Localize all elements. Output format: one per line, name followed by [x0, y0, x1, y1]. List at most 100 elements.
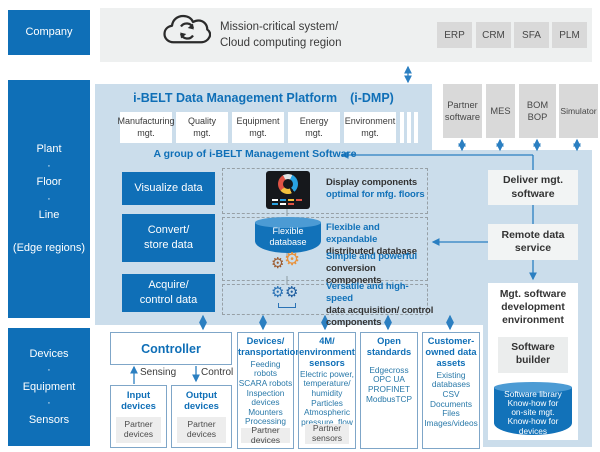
- acquisition-tray-icon: [278, 303, 296, 308]
- rail-box-bom-bop: BOM BOP: [519, 84, 556, 138]
- partner-devices-label: Partner devices: [124, 420, 153, 440]
- bom-bop-label: BOM BOP: [527, 99, 548, 123]
- software-library-label: Software library Know-how for on-site mg…: [494, 390, 572, 436]
- partner-devices-label: Partner devices: [241, 426, 290, 446]
- environment-mgt-label: Environment mgt.: [345, 116, 396, 139]
- sfa-label: SFA: [522, 30, 541, 41]
- mgt-app-ellipsis-bar: [414, 112, 418, 143]
- output-partner-devices-chip: Partner devices: [177, 417, 226, 443]
- platform-title-abbr: (i-DMP): [350, 91, 394, 105]
- acquisition-components-line: data acquisition/ control components: [326, 305, 434, 329]
- controller-box: Controller: [110, 332, 232, 365]
- column-items: Existing databases CSV Documents Files I…: [423, 371, 479, 428]
- software-builder-box: Software builder: [498, 337, 568, 373]
- gauge-donut: [278, 174, 298, 194]
- remote-label: Remote data service: [501, 229, 564, 255]
- conversion-components-line: Simple and powerful: [326, 251, 430, 263]
- cloud-sync-icon: [163, 13, 211, 49]
- sidebar-item-edge-regions: Plant · Floor · Line (Edge regions): [8, 80, 90, 318]
- input-devices-box: Input devices Partner devices: [110, 385, 167, 448]
- rail-box-simulator: Simulator: [559, 84, 598, 138]
- rail-box-partner-software: Partner software: [443, 84, 482, 138]
- plm-label: PLM: [559, 30, 580, 41]
- crm-label: CRM: [482, 30, 505, 41]
- sensing-label: Sensing: [140, 367, 176, 378]
- acquisition-gears-icon: ⚙: [285, 285, 298, 300]
- function-visualize: Visualize data: [122, 172, 215, 205]
- system-chip-plm: PLM: [552, 22, 587, 48]
- column-devices-transportation: Devices/ transportation Feeding robots S…: [237, 332, 294, 449]
- platform-title-row: i-BELT Data Management Platform (i-DMP): [95, 89, 432, 107]
- devices-label: Devices · Equipment · Sensors: [23, 346, 76, 429]
- partner-sensors-label: Partner sensors: [312, 424, 342, 444]
- conversion-gears-icon: ⚙: [271, 256, 284, 271]
- dev-environment-title: Mgt. software development environment: [488, 289, 578, 328]
- input-devices-label: Input devices: [111, 390, 166, 412]
- column-title: Customer- owned data assets: [423, 336, 479, 369]
- remote-data-service-box: Remote data service: [488, 224, 578, 260]
- function-convert-store: Convert/ store data: [122, 214, 215, 262]
- dashboard-display-icon: [266, 171, 310, 209]
- rail-box-mes: MES: [486, 84, 515, 138]
- system-chip-crm: CRM: [476, 22, 511, 48]
- column-title: 4M/ environment sensors: [299, 336, 355, 369]
- display-components-line: optimal for mfg. floors: [326, 189, 430, 201]
- function-acquire-control: Acquire/ control data: [122, 274, 215, 312]
- mgt-app-equipment: Equipment mgt.: [232, 112, 284, 143]
- controller-label: Controller: [141, 342, 201, 356]
- mgt-app-ellipsis-bar: [400, 112, 404, 143]
- flexible-database-label: Flexible database: [255, 226, 321, 249]
- column-title: Devices/ transportation: [238, 336, 293, 358]
- output-devices-label: Output devices: [172, 390, 231, 412]
- visualize-label: Visualize data: [134, 181, 202, 196]
- mgt-app-quality: Quality mgt.: [176, 112, 228, 143]
- acquisition-gears-icon: ⚙: [271, 285, 284, 300]
- column-4m-environment-sensors: 4M/ environment sensors Electric power, …: [298, 332, 356, 449]
- energy-mgt-label: Energy mgt.: [300, 116, 329, 139]
- platform-title: i-BELT Data Management Platform: [133, 91, 337, 105]
- column-customer-owned-data: Customer- owned data assets Existing dat…: [422, 332, 480, 449]
- partner-sensors-chip: Partner sensors: [305, 424, 349, 444]
- acquire-control-label: Acquire/ control data: [140, 278, 197, 308]
- dashboard-mini-row: [272, 203, 294, 205]
- database-components-line: Flexible and expandable: [326, 222, 430, 246]
- column-items: Edgecross OPC UA PROFINET ModbusTCP: [361, 366, 417, 404]
- quality-mgt-label: Quality mgt.: [188, 116, 216, 139]
- deliver-mgt-software-box: Deliver mgt. software: [488, 170, 578, 205]
- flexible-database-cylinder: Flexible database: [255, 217, 321, 253]
- component-text-acquisition: Versatile and high-speed data acquisitio…: [326, 281, 434, 329]
- deliver-label: Deliver mgt. software: [503, 174, 563, 200]
- group-caption: A group of i-BELT Management Software: [150, 147, 360, 161]
- column-title: Open standards: [361, 336, 417, 358]
- conversion-gears-icon: ⚙: [284, 250, 300, 268]
- company-label: Company: [25, 24, 72, 41]
- display-components-line: Display components: [326, 177, 430, 189]
- sidebar-item-company: Company: [8, 10, 90, 55]
- convert-store-label: Convert/ store data: [144, 223, 193, 253]
- output-devices-box: Output devices Partner devices: [171, 385, 232, 448]
- component-text-display: Display components optimal for mfg. floo…: [326, 177, 430, 201]
- group-caption-label: A group of i-BELT Management Software: [153, 148, 356, 160]
- dev-environment-box: Mgt. software development environment So…: [488, 283, 578, 440]
- input-partner-devices-chip: Partner devices: [116, 417, 161, 443]
- system-chip-sfa: SFA: [514, 22, 549, 48]
- edge-regions-label: Plant · Floor · Line (Edge regions): [13, 141, 85, 257]
- sidebar-item-devices: Devices · Equipment · Sensors: [8, 328, 90, 446]
- software-builder-label: Software builder: [511, 342, 555, 368]
- erp-label: ERP: [444, 30, 465, 41]
- software-library-cylinder: Software library Know-how for on-site mg…: [494, 382, 572, 435]
- mgt-app-ellipsis-bar: [407, 112, 411, 143]
- dashboard-mini-row: [272, 199, 302, 201]
- mgt-app-energy: Energy mgt.: [288, 112, 340, 143]
- partner-devices-chip: Partner devices: [241, 428, 290, 443]
- simulator-label: Simulator: [560, 106, 596, 116]
- manufacturing-mgt-label: Manufacturing mgt.: [117, 116, 174, 139]
- system-chip-erp: ERP: [437, 22, 472, 48]
- cloud-region-label: Mission-critical system/ Cloud computing…: [220, 19, 341, 51]
- mgt-app-manufacturing: Manufacturing mgt.: [120, 112, 172, 143]
- control-label: Control: [201, 367, 233, 378]
- mes-label: MES: [490, 106, 510, 116]
- column-open-standards: Open standards Edgecross OPC UA PROFINET…: [360, 332, 418, 449]
- partner-devices-label: Partner devices: [187, 420, 216, 440]
- ibelt-architecture-diagram: Company Plant · Floor · Line (Edge regio…: [0, 0, 600, 452]
